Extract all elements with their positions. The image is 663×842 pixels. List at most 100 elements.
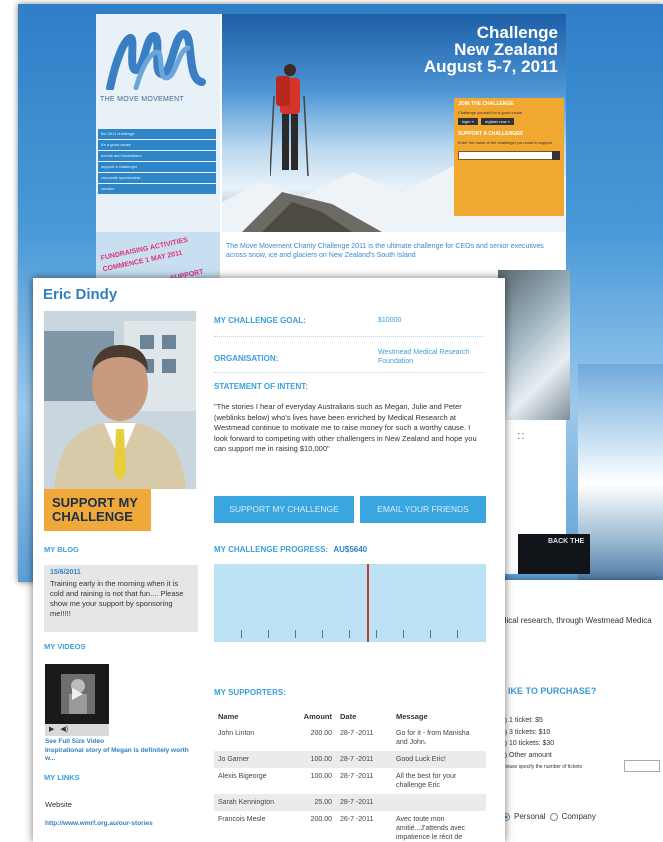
- glacier-photo: [498, 270, 570, 420]
- back-nav: the 2011 challenge it's a good cause eve…: [98, 129, 216, 195]
- ticket-quantity-input[interactable]: [624, 760, 660, 772]
- progress-marker: [367, 564, 369, 642]
- register-button[interactable]: register now »: [480, 118, 514, 125]
- purchaser-type: Personal Company: [502, 812, 596, 821]
- divider: [214, 372, 484, 373]
- progress-tick: [430, 630, 431, 638]
- climber-figure: [270, 64, 309, 177]
- profile-name: Eric Dindy: [43, 286, 118, 303]
- supporter-name: Francois Mesle: [218, 816, 266, 823]
- organisation-value: Westmead Medical Research Foundation: [378, 349, 470, 365]
- progress-tick: [457, 630, 458, 638]
- supporter-amount: 200.00: [310, 816, 332, 823]
- table-row: Francois Mesle 200.00 26-7 -2011 Avec to…: [214, 811, 486, 842]
- back-nav-item[interactable]: the 2011 challenge: [98, 129, 216, 139]
- organisation-label: ORGANISATION:: [214, 354, 279, 363]
- goal-label: MY CHALLENGE GOAL:: [214, 316, 306, 325]
- profile-page: Eric Dindy SUPPORT MY CHALLENGE MY CHALL…: [33, 278, 505, 842]
- back-nav-item[interactable]: events and fundraisers: [98, 151, 216, 161]
- supporter-name: Jo Garner: [214, 751, 292, 768]
- back-the-banner[interactable]: BACK THE: [518, 534, 590, 574]
- video-frame: [45, 664, 109, 724]
- blog-text: Training early in the morning when it is…: [50, 579, 184, 618]
- website-link[interactable]: http://www.wmrf.org.au/our-stories: [45, 820, 195, 827]
- challenge-intro: The Move Movement Charity Challenge 2011…: [226, 243, 544, 259]
- back-nav-item[interactable]: contact: [98, 184, 216, 194]
- supporters-label: MY SUPPORTERS:: [214, 688, 286, 697]
- hero-line: August 5-7, 2011: [423, 57, 558, 76]
- supporter-date: 28-7 -2011: [336, 751, 392, 768]
- ticket-option[interactable]: Other amount: [500, 752, 552, 759]
- blog-post: 15/6/2011 Training early in the morning …: [44, 565, 198, 632]
- hero-line: New Zealand: [454, 40, 558, 59]
- video-link[interactable]: See Full Size Video Inspirational story …: [45, 738, 195, 764]
- support-challenge-button[interactable]: SUPPORT MY CHALLENGE: [214, 496, 354, 523]
- progress-title: MY CHALLENGE PROGRESS:: [214, 545, 329, 554]
- ticket-option[interactable]: 3 tickets: $10: [500, 729, 550, 736]
- video-controls[interactable]: ▶ ◀): [45, 724, 109, 736]
- email-friends-button[interactable]: EMAIL YOUR FRIENDS: [360, 496, 486, 523]
- back-nav-item[interactable]: corporate sponsorship: [98, 173, 216, 183]
- hero-line: Challenge: [476, 23, 558, 42]
- progress-tick: [241, 630, 242, 638]
- challenger-search-input[interactable]: [458, 151, 560, 160]
- join-title: JOIN THE CHALLENGE: [458, 101, 514, 107]
- login-button[interactable]: login »: [458, 118, 478, 125]
- supporter-amount: 25.00: [292, 794, 336, 811]
- radio-icon[interactable]: [549, 812, 558, 821]
- move-movement-logo: [106, 30, 206, 90]
- video-thumbnail[interactable]: [45, 664, 109, 724]
- blog-date[interactable]: 15/6/2011: [50, 569, 192, 576]
- ticket-option[interactable]: 1 ticket: $5: [500, 717, 543, 724]
- links-label: MY LINKS: [44, 773, 80, 782]
- ticket-heading: IKE TO PURCHASE?: [508, 686, 597, 696]
- progress-tick: [295, 630, 296, 638]
- progress-label: MY CHALLENGE PROGRESS: AU$5640: [214, 545, 367, 554]
- supporter-message: Good Luck Eric!: [392, 751, 486, 768]
- person-portrait: [44, 311, 196, 489]
- website-label: Website: [45, 800, 72, 809]
- supporter-name: Alexis Bigeorge: [218, 773, 267, 780]
- divider: [214, 336, 484, 337]
- table-row: Sarah Kennington 25.00 28-7 -2011: [214, 794, 486, 811]
- column-header: Amount: [292, 708, 336, 725]
- column-header: Message: [392, 708, 486, 725]
- progress-tick: [268, 630, 269, 638]
- ticket-option[interactable]: 10 tickets: $30: [500, 740, 554, 747]
- supporter-date: 28-7 -2011: [336, 794, 392, 811]
- back-nav-item[interactable]: it's a good cause: [98, 140, 216, 150]
- snow-background: [578, 364, 663, 582]
- banner-text: BACK THE: [548, 538, 585, 545]
- progress-amount: AU$5640: [333, 545, 368, 554]
- video-caption[interactable]: Inspirational story of Megan is definite…: [45, 747, 195, 764]
- ticket-specify-label: Please specify the number of tickets: [502, 764, 583, 770]
- expand-icon[interactable]: ⛶: [518, 432, 524, 442]
- ticket-option-label: Other amount: [509, 752, 552, 759]
- supporters-table: Name Amount Date Message John Linton 200…: [214, 708, 486, 842]
- supporter-name: John Linton: [218, 730, 255, 737]
- table-row: Jo Garner 100.00 28-7 -2011 Good Luck Er…: [214, 751, 486, 768]
- progress-tick: [322, 630, 323, 638]
- supporter-name: Sarah Kennington: [214, 794, 292, 811]
- intent-label: STATEMENT OF INTENT:: [214, 382, 308, 391]
- supporter-amount: 200.00: [310, 730, 332, 737]
- column-header: Name: [214, 708, 292, 725]
- support-title: SUPPORT A CHALLENGER: [458, 131, 523, 137]
- supporter-date: 28-7 -2011: [340, 730, 374, 737]
- ticket-intro: dical research, through Westmead Medica: [502, 616, 652, 625]
- support-my-challenge-button[interactable]: SUPPORT MY CHALLENGE: [44, 489, 151, 531]
- ticket-option-label: 10 tickets: $30: [509, 740, 555, 747]
- stage: THE MOVE MOVEMENT the 2011 challenge it'…: [0, 0, 663, 842]
- video-link-title[interactable]: See Full Size Video: [45, 738, 195, 747]
- intent-text: "The stories I hear of everyday Australi…: [214, 402, 477, 453]
- back-nav-item[interactable]: support a challenger: [98, 162, 216, 172]
- play-icon[interactable]: ▶: [49, 726, 54, 733]
- supporter-amount: 100.00: [292, 751, 336, 768]
- supporter-message: All the best for your challenge Eric: [396, 773, 457, 789]
- table-header-row: Name Amount Date Message: [214, 708, 486, 725]
- table-row: Alexis Bigeorge 100.00 28-7 -2011 All th…: [214, 768, 486, 794]
- volume-icon[interactable]: ◀): [60, 726, 68, 733]
- ticket-purchase-page: dical research, through Westmead Medica …: [486, 580, 663, 842]
- profile-photo: [44, 311, 196, 489]
- hero-banner: Challenge New Zealand August 5-7, 2011 J…: [222, 14, 566, 232]
